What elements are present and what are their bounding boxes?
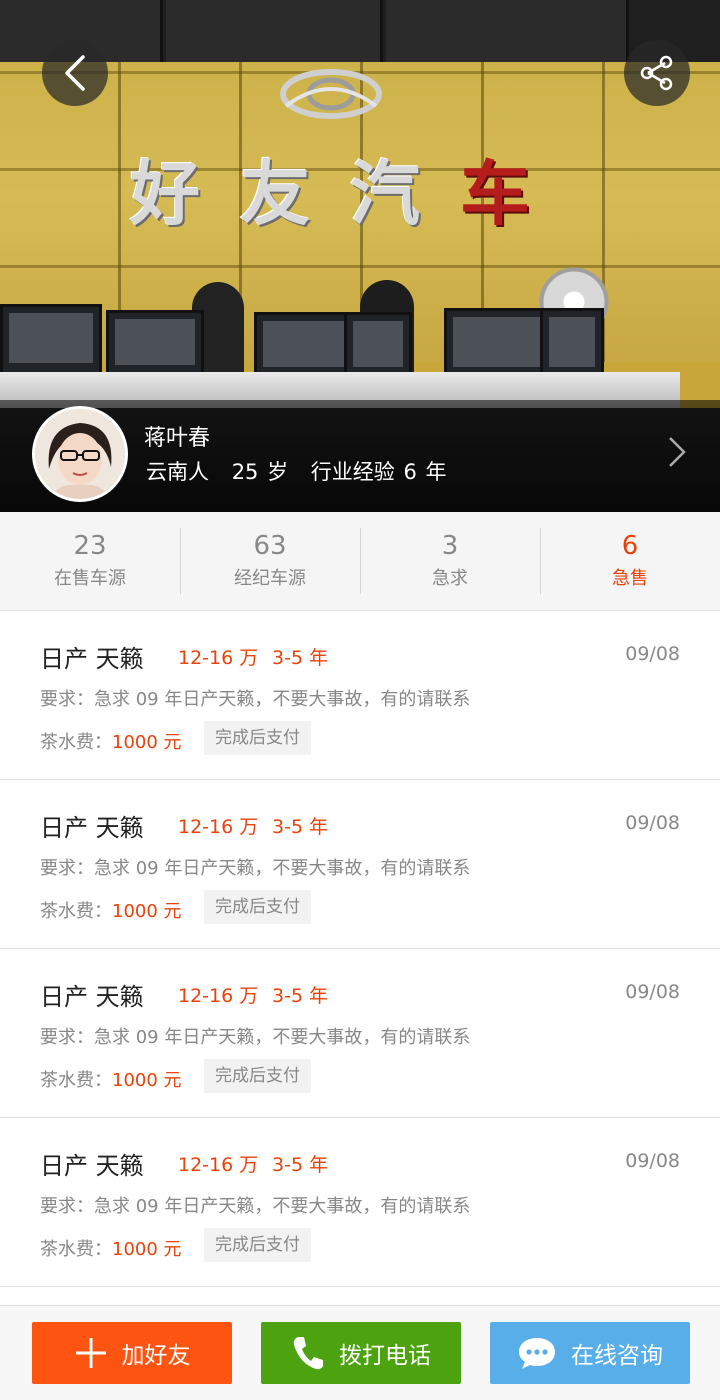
list-item[interactable]: 日产 天籁 12-16 万 3-5 年 09/08 要求：急求 09 年日产天籁… <box>0 780 720 949</box>
car-title: 日产 天籁 <box>40 814 144 842</box>
online-chat-button[interactable]: 在线咨询 <box>490 1322 690 1384</box>
chevron-left-icon <box>65 55 85 91</box>
age-range: 3-5 年 <box>272 647 329 669</box>
requirement-text: 要求：急求 09 年日产天籁，不要大事故，有的请联系 <box>40 1196 471 1217</box>
payment-tag: 完成后支付 <box>204 1228 311 1262</box>
price-range: 12-16 万 <box>178 985 259 1007</box>
add-friend-button[interactable]: 加好友 <box>32 1322 232 1384</box>
stat-on-sale[interactable]: 23 在售车源 <box>0 512 180 610</box>
age-range: 3-5 年 <box>272 816 329 838</box>
phone-icon <box>293 1337 323 1370</box>
list-item[interactable]: 日产 天籁 12-16 万 3-5 年 09/08 要求：急求 09 年日产天籁… <box>0 949 720 1118</box>
age-range: 3-5 年 <box>272 1154 329 1176</box>
requirement-text: 要求：急求 09 年日产天籁，不要大事故，有的请联系 <box>40 858 471 879</box>
call-label: 拨打电话 <box>339 1343 431 1369</box>
agent-experience: 行业经验 6 年 <box>310 460 447 484</box>
car-title: 日产 天籁 <box>40 1152 144 1180</box>
payment-tag: 完成后支付 <box>204 890 311 924</box>
fee: 茶水费：1000 元 <box>40 732 182 753</box>
share-icon <box>640 55 673 91</box>
ceiling-beam <box>0 0 720 62</box>
fee-amount: 1000 元 <box>112 1239 182 1260</box>
chat-label: 在线咨询 <box>571 1343 663 1369</box>
fee-amount: 1000 元 <box>112 732 182 753</box>
listing-list: 日产 天籁 12-16 万 3-5 年 09/08 要求：急求 09 年日产天籁… <box>0 611 720 1287</box>
price-range: 12-16 万 <box>178 1154 259 1176</box>
agent-name: 蒋叶春 <box>144 426 211 451</box>
stats-bar: 23 在售车源 63 经纪车源 3 急求 6 急售 <box>0 512 720 611</box>
monitor <box>254 312 356 380</box>
chat-bubble-icon <box>519 1338 555 1369</box>
agent-age: 25 岁 <box>231 460 289 484</box>
agent-origin: 云南人 <box>146 460 209 484</box>
requirement-text: 要求：急求 09 年日产天籁，不要大事故，有的请联系 <box>40 1027 471 1048</box>
plus-icon <box>75 1338 106 1368</box>
post-date: 09/08 <box>625 1150 680 1172</box>
post-date: 09/08 <box>625 981 680 1003</box>
bottom-action-bar: 加好友 拨打电话 在线咨询 <box>0 1305 720 1400</box>
stat-urgent-buy[interactable]: 3 急求 <box>360 512 540 610</box>
dealer-sign: 好友汽车 <box>130 153 570 235</box>
payment-tag: 完成后支付 <box>204 1059 311 1093</box>
agent-profile[interactable]: 蒋叶春 云南人 25 岁 行业经验 6 年 <box>0 400 720 512</box>
monitor <box>540 308 604 380</box>
back-button[interactable] <box>42 40 108 106</box>
requirement-text: 要求：急求 09 年日产天籁，不要大事故，有的请联系 <box>40 689 471 710</box>
payment-tag: 完成后支付 <box>204 721 311 755</box>
car-title: 日产 天籁 <box>40 645 144 673</box>
monitor <box>0 304 102 376</box>
fee-amount: 1000 元 <box>112 1070 182 1091</box>
chevron-right-icon <box>669 437 686 467</box>
call-button[interactable]: 拨打电话 <box>261 1322 461 1384</box>
stat-urgent-sale[interactable]: 6 急售 <box>540 512 720 610</box>
fee: 茶水费：1000 元 <box>40 1070 182 1091</box>
dealer-logo <box>280 69 382 119</box>
price-range: 12-16 万 <box>178 816 259 838</box>
share-button[interactable] <box>624 40 690 106</box>
monitor <box>444 308 550 380</box>
car-title: 日产 天籁 <box>40 983 144 1011</box>
post-date: 09/08 <box>625 643 680 665</box>
monitor <box>344 312 412 380</box>
post-date: 09/08 <box>625 812 680 834</box>
agent-meta: 云南人 25 岁 行业经验 6 年 <box>146 456 461 486</box>
price-range: 12-16 万 <box>178 647 259 669</box>
list-item[interactable]: 日产 天籁 12-16 万 3-5 年 09/08 要求：急求 09 年日产天籁… <box>0 611 720 780</box>
avatar <box>32 406 128 502</box>
add-friend-label: 加好友 <box>121 1343 191 1369</box>
age-range: 3-5 年 <box>272 985 329 1007</box>
list-item[interactable]: 日产 天籁 12-16 万 3-5 年 09/08 要求：急求 09 年日产天籁… <box>0 1118 720 1287</box>
fee-amount: 1000 元 <box>112 901 182 922</box>
fee: 茶水费：1000 元 <box>40 1239 182 1260</box>
stat-brokered[interactable]: 63 经纪车源 <box>180 512 360 610</box>
fee: 茶水费：1000 元 <box>40 901 182 922</box>
monitor <box>106 310 204 378</box>
